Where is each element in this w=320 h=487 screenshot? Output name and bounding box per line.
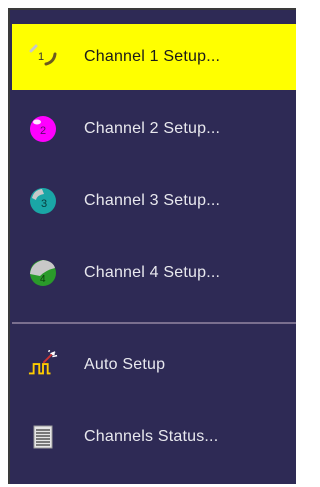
svg-text:1: 1 (38, 51, 44, 63)
menu-item-label: Channel 4 Setup... (84, 264, 221, 281)
menu-item-channel-2-setup[interactable]: 2 Channel 2 Setup... (12, 96, 296, 162)
menu-item-label: Channel 3 Setup... (84, 192, 221, 209)
menu-item-channel-1-setup[interactable]: 1 Channel 1 Setup... (12, 24, 296, 90)
channel-menu: 1 Channel 1 Setup... 2 Channel 2 Setup..… (8, 8, 296, 484)
svg-text:4: 4 (40, 274, 46, 285)
menu-item-auto-setup[interactable]: Auto Setup (12, 332, 296, 398)
menu-item-label: Channel 2 Setup... (84, 120, 221, 137)
channel-2-icon: 2 (28, 114, 58, 144)
channels-status-icon (28, 422, 58, 452)
svg-text:3: 3 (41, 198, 47, 210)
menu-item-label: Auto Setup (84, 356, 166, 373)
menu-item-label: Channel 1 Setup... (84, 48, 221, 65)
menu-item-label: Channels Status... (84, 428, 219, 445)
channel-3-icon: 3 (28, 186, 58, 216)
menu-item-channel-3-setup[interactable]: 3 Channel 3 Setup... (12, 168, 296, 234)
menu-item-channel-4-setup[interactable]: 4 Channel 4 Setup... (12, 240, 296, 306)
menu-item-channels-status[interactable]: Channels Status... (12, 404, 296, 470)
channel-4-icon: 4 (28, 258, 58, 288)
auto-setup-icon (28, 350, 58, 380)
svg-text:2: 2 (40, 125, 46, 137)
channel-1-icon: 1 (28, 42, 58, 72)
menu-divider (12, 322, 296, 324)
menu-anchor-notch (150, 0, 156, 8)
